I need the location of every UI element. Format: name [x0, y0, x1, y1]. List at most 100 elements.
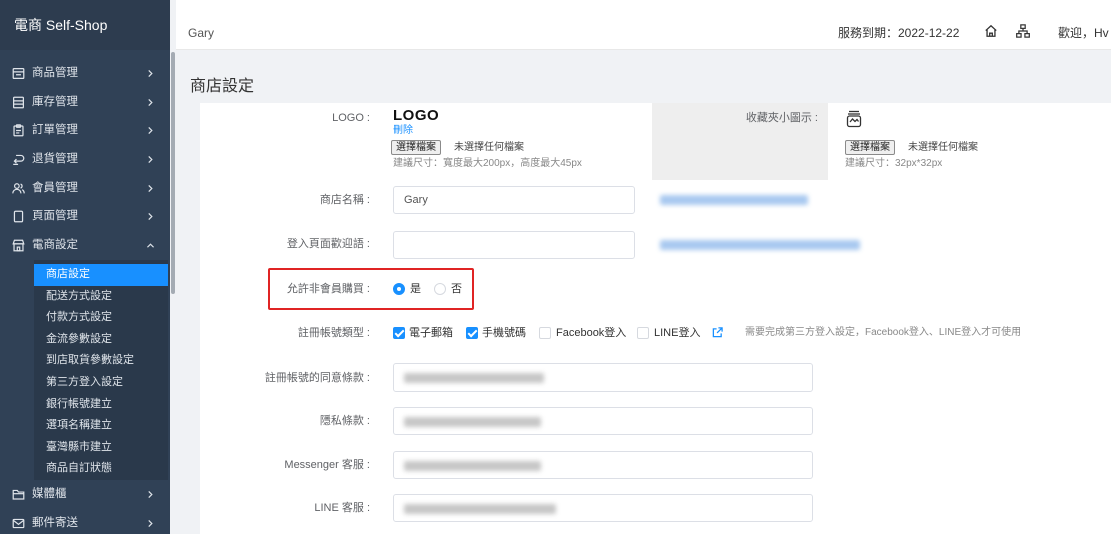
submenu-item-label: 銀行帳號建立 — [46, 397, 112, 410]
favicon-size-hint: 建議尺寸：32px*32px — [845, 158, 943, 169]
sidebar-item-label: 郵件寄送 — [32, 517, 78, 529]
blurred-value — [404, 373, 544, 383]
mail-icon — [12, 517, 25, 530]
submenu-item-counties[interactable]: 臺灣縣市建立 — [34, 437, 168, 459]
welcome-text[interactable]: 歡迎，Hv — [1058, 26, 1109, 40]
settings-card: LOGO : LOGO 刪除 選擇檔案 未選擇任何檔案 建議尺寸：寬度最大200… — [200, 103, 1111, 534]
register-terms-input[interactable] — [393, 363, 813, 392]
home-icon[interactable] — [984, 24, 998, 38]
chevron-right-icon — [147, 70, 154, 77]
sidebar-item-ecommerce-settings[interactable]: 電商設定 — [0, 231, 170, 260]
line-service-input[interactable] — [393, 494, 813, 522]
sidebar-item-mail[interactable]: 郵件寄送 — [0, 509, 170, 534]
privacy-terms-input[interactable] — [393, 407, 813, 435]
checkbox-facebook[interactable] — [539, 327, 551, 339]
chevron-right-icon — [147, 185, 154, 192]
page-title: 商店設定 — [190, 78, 255, 95]
submenu-item-store-settings[interactable]: 商店設定 — [34, 264, 168, 286]
blurred-preview — [660, 240, 860, 250]
line-service-label: LINE 客服 : — [314, 502, 370, 514]
messenger-service-label: Messenger 客服 : — [284, 459, 370, 471]
logo-label: LOGO : — [332, 112, 370, 124]
submenu-item-shipping[interactable]: 配送方式設定 — [34, 286, 168, 308]
submenu-item-payment[interactable]: 付款方式設定 — [34, 307, 168, 329]
return-icon — [12, 153, 25, 166]
checkbox-line[interactable] — [637, 327, 649, 339]
sidebar-item-products[interactable]: 商品管理 — [0, 59, 170, 88]
sidebar-item-returns[interactable]: 退貨管理 — [0, 145, 170, 174]
submenu-item-store-pickup[interactable]: 到店取貨參數設定 — [34, 350, 168, 372]
store-icon — [12, 67, 25, 80]
sidebar-item-inventory[interactable]: 庫存管理 — [0, 88, 170, 117]
sidebar-item-pages[interactable]: 頁面管理 — [0, 202, 170, 231]
sidebar-item-members[interactable]: 會員管理 — [0, 174, 170, 203]
sidebar-item-orders[interactable]: 訂單管理 — [0, 116, 170, 145]
sidebar-item-label: 媒體櫃 — [32, 488, 67, 500]
submenu-item-label: 配送方式設定 — [46, 289, 112, 302]
app-title[interactable]: 電商 Self-Shop — [14, 17, 107, 33]
checkbox-line-label[interactable]: LINE登入 — [654, 326, 700, 340]
checkbox-email-label[interactable]: 電子郵箱 — [409, 326, 453, 340]
chevron-right-icon — [147, 213, 154, 220]
sidebar-item-label: 電商設定 — [32, 239, 78, 251]
header-user-name: Gary — [188, 26, 215, 40]
logo-delete-link[interactable]: 刪除 — [393, 125, 413, 137]
radio-no-label[interactable]: 否 — [451, 282, 462, 296]
submenu-item-product-status[interactable]: 商品自訂狀態 — [34, 458, 168, 480]
brand-bar: 電商 Self-Shop — [0, 0, 170, 50]
radio-yes-label[interactable]: 是 — [410, 282, 421, 296]
chevron-right-icon — [147, 520, 154, 527]
sidebar-item-label: 會員管理 — [32, 182, 78, 194]
sidebar-item-label: 頁面管理 — [32, 210, 78, 222]
radio-yes[interactable] — [393, 283, 405, 295]
top-header: Gary 服務到期：2022-12-22 歡迎，Hv — [176, 0, 1111, 50]
favicon-file-status: 未選擇任何檔案 — [908, 142, 978, 153]
favicon-preview-icon — [845, 110, 863, 128]
submenu-item-third-party-login[interactable]: 第三方登入設定 — [34, 372, 168, 394]
submenu-item-bank-account[interactable]: 銀行帳號建立 — [34, 394, 168, 416]
chevron-up-icon — [147, 242, 154, 249]
external-link-icon[interactable] — [712, 327, 723, 338]
sidebar-item-label: 庫存管理 — [32, 96, 78, 108]
sidebar: 電商 Self-Shop 商品管理 庫存管理 訂單管理 退貨管理 會員管理 頁面… — [0, 0, 170, 534]
logo-size-hint: 建議尺寸：寬度最大200px，高度最大45px — [393, 158, 582, 169]
submenu-item-label: 商品自訂狀態 — [46, 462, 112, 475]
shop-icon — [12, 239, 25, 252]
checkbox-phone[interactable] — [466, 327, 478, 339]
sidebar-item-label: 訂單管理 — [32, 124, 78, 136]
chevron-right-icon — [147, 156, 154, 163]
sidebar-scrollbar[interactable] — [171, 52, 175, 294]
favicon-file-button[interactable]: 選擇檔案 — [845, 140, 895, 155]
register-terms-label: 註冊帳號的同意條款 : — [264, 372, 370, 384]
submenu-item-cashflow[interactable]: 金流參數設定 — [34, 329, 168, 351]
checkbox-email[interactable] — [393, 327, 405, 339]
sidebar-item-label: 退貨管理 — [32, 153, 78, 165]
radio-no[interactable] — [434, 283, 446, 295]
folder-icon — [12, 488, 25, 501]
chevron-right-icon — [147, 491, 154, 498]
blurred-preview — [660, 195, 808, 205]
login-welcome-input[interactable] — [393, 231, 635, 259]
chevron-right-icon — [147, 127, 154, 134]
sidebar-item-media[interactable]: 媒體櫃 — [0, 480, 170, 509]
submenu-item-label: 選項名稱建立 — [46, 419, 112, 432]
blurred-value — [404, 504, 556, 514]
sitemap-icon[interactable] — [1016, 24, 1030, 38]
logo-file-button[interactable]: 選擇檔案 — [391, 140, 441, 155]
submenu-item-option-names[interactable]: 選項名稱建立 — [34, 415, 168, 437]
checkbox-phone-label[interactable]: 手機號碼 — [482, 326, 526, 340]
submenu-item-label: 付款方式設定 — [46, 311, 112, 324]
allow-guest-purchase-label: 允許非會員購買 : — [286, 283, 370, 295]
chevron-right-icon — [147, 99, 154, 106]
submenu-item-label: 金流參數設定 — [46, 332, 112, 345]
service-expiry: 服務到期：2022-12-22 — [838, 26, 960, 40]
members-icon — [12, 182, 25, 195]
store-name-input[interactable] — [393, 186, 635, 214]
page-icon — [12, 210, 25, 223]
third-party-note: 需要完成第三方登入設定，Facebook登入、LINE登入才可使用 — [745, 327, 1022, 338]
messenger-service-input[interactable] — [393, 451, 813, 479]
clipboard-icon — [12, 124, 25, 137]
register-types-label: 註冊帳號類型 : — [297, 327, 370, 339]
checkbox-facebook-label[interactable]: Facebook登入 — [556, 326, 626, 340]
privacy-terms-label: 隱私條款 : — [319, 415, 370, 427]
